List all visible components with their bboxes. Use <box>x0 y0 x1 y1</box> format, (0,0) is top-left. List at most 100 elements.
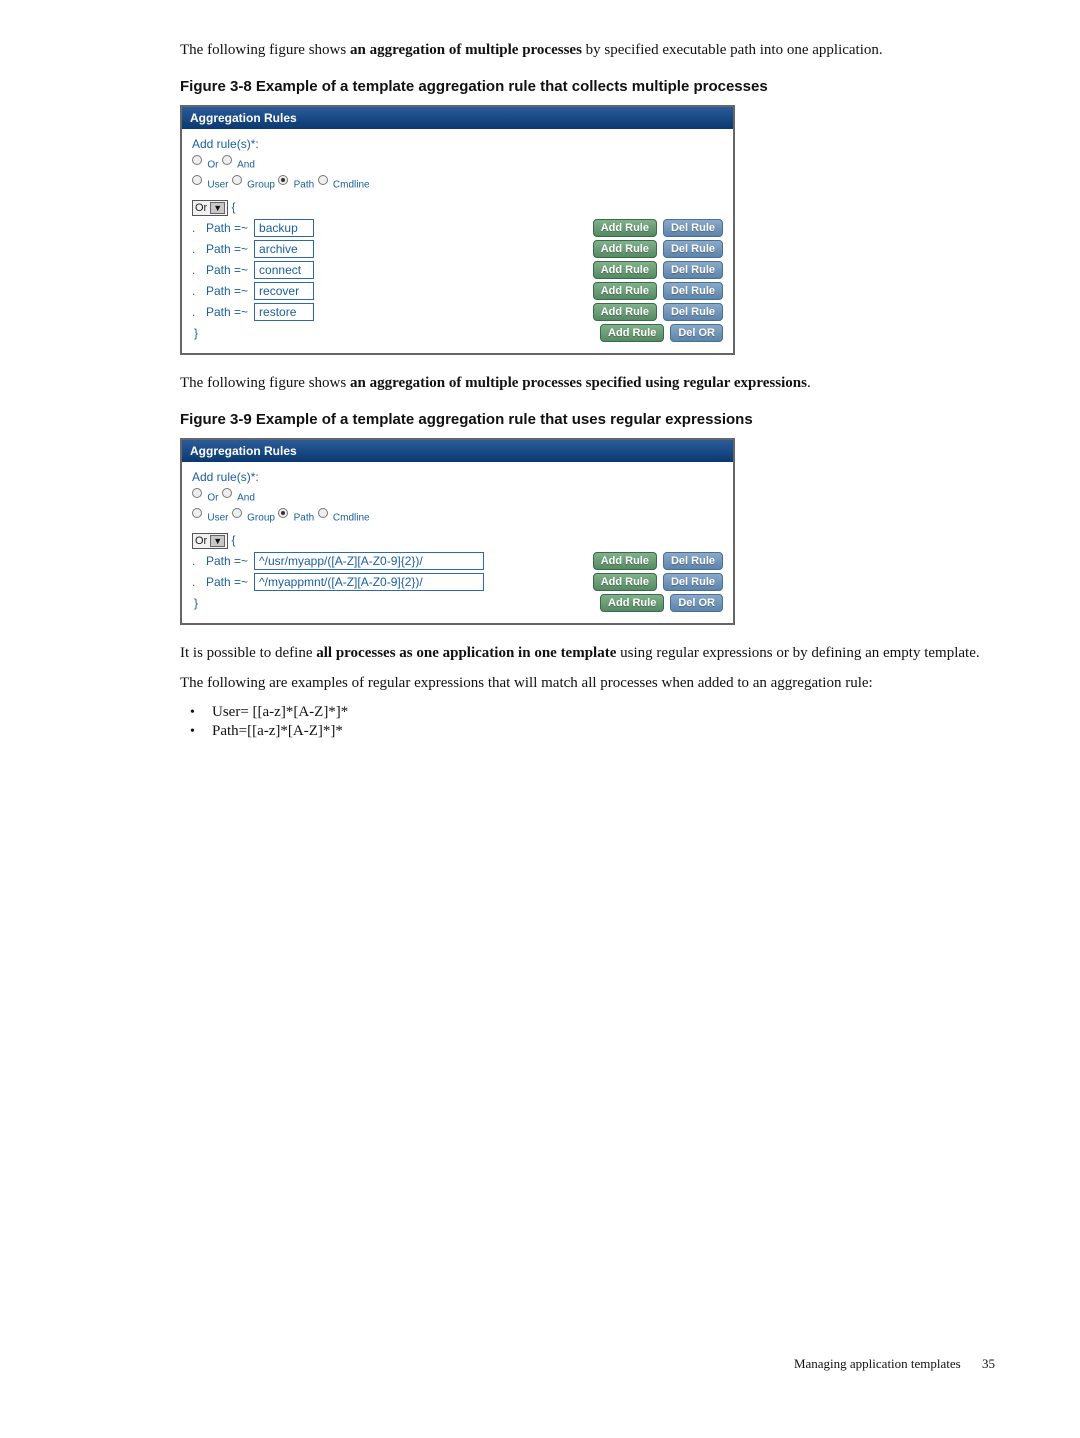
brace-open: { <box>232 200 236 214</box>
rule-input[interactable]: recover <box>254 282 314 300</box>
brace-close: } <box>192 326 198 340</box>
rule-input[interactable]: ^/myappmnt/([A-Z][A-Z0-9]{2})/ <box>254 573 484 591</box>
bullet-icon: . <box>192 554 200 568</box>
bullet-icon: . <box>192 263 200 277</box>
rule-row: . Path =~ recover Add Rule Del Rule <box>192 282 723 300</box>
add-rule-button[interactable]: Add Rule <box>593 282 657 300</box>
radio-path[interactable] <box>278 175 288 185</box>
bullet-icon: . <box>192 242 200 256</box>
add-rule-button[interactable]: Add Rule <box>593 552 657 570</box>
rule-input[interactable]: restore <box>254 303 314 321</box>
del-rule-button[interactable]: Del Rule <box>663 261 723 279</box>
path-operator: Path =~ <box>206 554 248 568</box>
del-rule-button[interactable]: Del Rule <box>663 552 723 570</box>
intro-paragraph-2: The following figure shows an aggregatio… <box>180 373 995 393</box>
logic-select[interactable]: Or▼ <box>192 533 228 549</box>
path-operator: Path =~ <box>206 221 248 235</box>
add-rule-button[interactable]: Add Rule <box>600 594 664 612</box>
figure-3-8-caption: Figure 3-8 Example of a template aggrega… <box>180 78 995 95</box>
del-or-button[interactable]: Del OR <box>670 594 723 612</box>
intro-paragraph-1: The following figure shows an aggregatio… <box>180 40 995 60</box>
add-rules-label: Add rule(s)*: <box>192 470 723 484</box>
rule-input[interactable]: archive <box>254 240 314 258</box>
bullet-icon: . <box>192 305 200 319</box>
text: The following figure shows <box>180 42 350 58</box>
add-rules-label: Add rule(s)*: <box>192 137 723 151</box>
rule-row: . Path =~ connect Add Rule Del Rule <box>192 261 723 279</box>
del-rule-button[interactable]: Del Rule <box>663 282 723 300</box>
radio-or[interactable] <box>192 155 202 165</box>
rule-input[interactable]: backup <box>254 219 314 237</box>
radio-path-label: Path <box>294 179 315 190</box>
text: It is possible to define <box>180 645 316 661</box>
panel-header: Aggregation Rules <box>182 440 733 462</box>
panel-header: Aggregation Rules <box>182 107 733 129</box>
del-rule-button[interactable]: Del Rule <box>663 219 723 237</box>
radio-path-label: Path <box>294 512 315 523</box>
close-row: } Add Rule Del OR <box>192 594 723 612</box>
radio-and[interactable] <box>222 155 232 165</box>
rule-row: . Path =~ ^/myappmnt/([A-Z][A-Z0-9]{2})/… <box>192 573 723 591</box>
close-row: } Add Rule Del OR <box>192 324 723 342</box>
path-operator: Path =~ <box>206 263 248 277</box>
add-rule-button[interactable]: Add Rule <box>593 240 657 258</box>
del-rule-button[interactable]: Del Rule <box>663 240 723 258</box>
radio-or-label: Or <box>207 493 218 504</box>
bullet-icon: . <box>192 284 200 298</box>
add-rule-button[interactable]: Add Rule <box>600 324 664 342</box>
radio-user[interactable] <box>192 508 202 518</box>
text: . <box>807 375 811 391</box>
logic-select-value: Or <box>195 535 207 547</box>
add-rule-button[interactable]: Add Rule <box>593 303 657 321</box>
radio-or[interactable] <box>192 488 202 498</box>
rule-row: . Path =~ archive Add Rule Del Rule <box>192 240 723 258</box>
path-operator: Path =~ <box>206 575 248 589</box>
logic-select-value: Or <box>195 202 207 214</box>
radio-group-label: Group <box>247 179 275 190</box>
add-rule-button[interactable]: Add Rule <box>593 573 657 591</box>
text-bold: an aggregation of multiple processes <box>350 42 582 58</box>
aggregation-rules-panel-2: Aggregation Rules Add rule(s)*: Or And U… <box>180 438 735 625</box>
add-rule-button[interactable]: Add Rule <box>593 219 657 237</box>
rule-input[interactable]: ^/usr/myapp/([A-Z][A-Z0-9]{2})/ <box>254 552 484 570</box>
radio-group-label: Group <box>247 512 275 523</box>
regex-examples-list: User= [[a-z]*[A-Z]*]* Path=[[a-z]*[A-Z]*… <box>180 704 995 740</box>
page-number: 35 <box>982 1356 995 1372</box>
text: by specified executable path into one ap… <box>582 42 883 58</box>
radio-cmdline-label: Cmdline <box>333 179 370 190</box>
radio-user-label: User <box>207 179 228 190</box>
paragraph-all-processes: It is possible to define all processes a… <box>180 643 995 663</box>
figure-3-9-caption: Figure 3-9 Example of a template aggrega… <box>180 411 995 428</box>
radio-cmdline[interactable] <box>318 175 328 185</box>
brace-close: } <box>192 596 198 610</box>
text: The following figure shows <box>180 375 350 391</box>
radio-and[interactable] <box>222 488 232 498</box>
footer-text: Managing application templates <box>794 1356 961 1371</box>
path-operator: Path =~ <box>206 284 248 298</box>
rule-row: . Path =~ restore Add Rule Del Rule <box>192 303 723 321</box>
radio-group[interactable] <box>232 175 242 185</box>
radio-and-label: And <box>237 493 255 504</box>
bullet-icon: . <box>192 221 200 235</box>
path-operator: Path =~ <box>206 305 248 319</box>
text-bold: an aggregation of multiple processes spe… <box>350 375 807 391</box>
del-rule-button[interactable]: Del Rule <box>663 303 723 321</box>
del-rule-button[interactable]: Del Rule <box>663 573 723 591</box>
radio-cmdline[interactable] <box>318 508 328 518</box>
list-item: User= [[a-z]*[A-Z]*]* <box>190 704 995 721</box>
radio-or-label: Or <box>207 160 218 171</box>
text-bold: all processes as one application in one … <box>316 645 616 661</box>
radio-user[interactable] <box>192 175 202 185</box>
paragraph-examples-intro: The following are examples of regular ex… <box>180 673 995 693</box>
rule-input[interactable]: connect <box>254 261 314 279</box>
radio-and-label: And <box>237 160 255 171</box>
radio-user-label: User <box>207 512 228 523</box>
radio-path[interactable] <box>278 508 288 518</box>
add-rule-button[interactable]: Add Rule <box>593 261 657 279</box>
radio-group[interactable] <box>232 508 242 518</box>
del-or-button[interactable]: Del OR <box>670 324 723 342</box>
rule-row: . Path =~ backup Add Rule Del Rule <box>192 219 723 237</box>
logic-select[interactable]: Or▼ <box>192 200 228 216</box>
path-operator: Path =~ <box>206 242 248 256</box>
rule-row: . Path =~ ^/usr/myapp/([A-Z][A-Z0-9]{2})… <box>192 552 723 570</box>
